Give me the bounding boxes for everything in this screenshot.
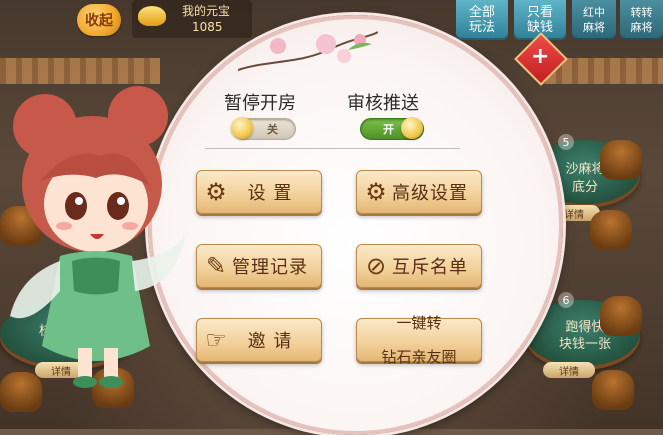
kite-plus-icon: + [531,44,550,69]
tab-label: 全部 玩法 [468,5,495,35]
settings-label: 设 置 [247,183,293,204]
toggle-knob [231,117,253,139]
table-detail-button[interactable]: 详情 [543,362,595,378]
gear-icon: ⚙ [205,178,227,206]
tab-all-games[interactable]: 全部 玩法 [456,0,508,40]
tab-label: 转转 麻将 [630,6,653,34]
invite-label: 邀 请 [247,331,293,352]
edit-record-icon: ✎ [205,252,227,280]
coin-bar: 我的元宝 1085 [132,0,252,38]
mascot-character [10,86,185,388]
settings-button[interactable]: ⚙ 设 置 [196,170,322,214]
divider [205,148,460,149]
table-number: 5 [558,134,574,150]
pause-room-toggle[interactable]: 关 [231,117,296,140]
advanced-settings-label: 高级设置 [392,183,468,204]
convert-label-line1: 一键转 [396,313,442,332]
coin-value: 1085 [192,20,223,34]
club-settings-dialog [148,15,563,435]
stool [592,370,634,410]
table-number: 6 [558,292,574,308]
gear-icon: ⚙ [365,178,387,206]
railing-left [0,58,160,84]
tab-zhuanzhuan[interactable]: 转转 麻将 [620,0,663,40]
review-push-label: 审核推送 [347,93,419,114]
block-user-icon: ⊘ [365,252,387,280]
tab-label: 红中 麻将 [583,6,605,34]
manage-records-button[interactable]: ✎ 管理记录 [196,244,322,288]
exclusion-list-label: 互斥名单 [392,257,468,278]
coin-ingot-icon [138,6,166,26]
exclusion-list-button[interactable]: ⊘ 互斥名单 [356,244,482,288]
pause-room-label: 暂停开房 [224,93,296,114]
review-push-toggle[interactable]: 开 [360,117,424,140]
convert-diamond-club-button[interactable]: 一键转 钻石亲友圈 [356,314,482,365]
stool [600,296,642,336]
tab-label: 只看 缺钱 [526,5,553,35]
invite-hand-icon: ☞ [205,326,227,354]
toggle-knob [401,117,423,139]
collapse-button[interactable]: 收起 [77,4,121,36]
tab-hongzhong[interactable]: 红中 麻将 [572,0,616,40]
convert-label: 一键转 钻石亲友圈 [381,298,456,383]
convert-label-line2: 钻石亲友圈 [381,347,457,366]
advanced-settings-button[interactable]: ⚙ 高级设置 [356,170,482,214]
plum-blossom-decoration [238,31,378,71]
toggle-state-text: 开 [383,123,394,136]
coin-label: 我的元宝 [182,4,231,18]
stool [600,140,642,180]
invite-button[interactable]: ☞ 邀 请 [196,318,322,362]
manage-records-label: 管理记录 [232,257,308,278]
toggle-state-text: 关 [267,123,278,136]
stool [590,210,632,250]
